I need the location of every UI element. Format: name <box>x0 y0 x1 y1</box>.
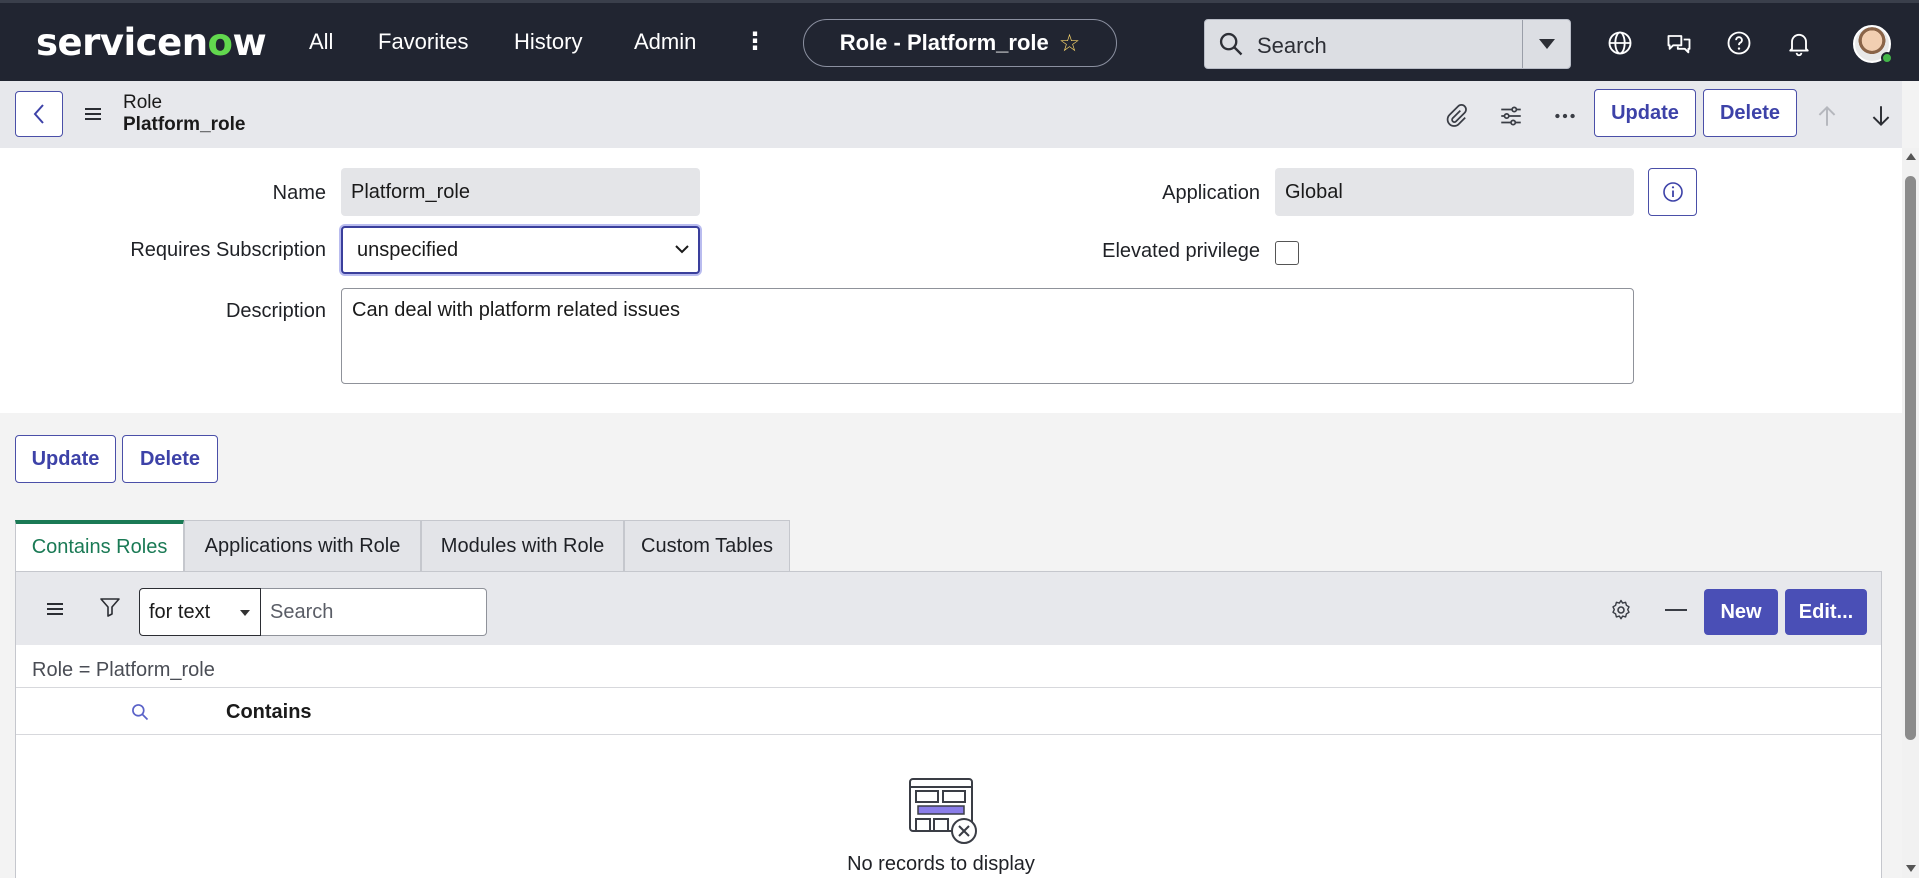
nav-admin-menu[interactable]: Admin <box>634 29 696 55</box>
gear-settings-icon[interactable] <box>1609 598 1633 622</box>
related-list-toolbar: for text Search New Edit... <box>16 572 1881 645</box>
previous-record-arrow-up-icon[interactable] <box>1814 103 1840 129</box>
name-label: Name <box>272 182 326 204</box>
context-title: Role - Platform_role <box>839 30 1049 55</box>
next-record-arrow-down-icon[interactable] <box>1868 103 1894 129</box>
filter-funnel-icon[interactable] <box>98 595 122 619</box>
search-field-select[interactable]: for text <box>139 588 261 636</box>
application-info-button[interactable] <box>1648 168 1697 216</box>
global-search[interactable]: Search <box>1204 19 1571 69</box>
page-scrollbar[interactable] <box>1902 148 1919 878</box>
scrollbar-thumb[interactable] <box>1905 176 1916 740</box>
help-icon[interactable] <box>1725 29 1753 57</box>
chevron-left-icon <box>33 104 44 124</box>
top-navigation-bar: servicenow All Favorites History Admin ⋮… <box>0 0 1919 81</box>
requires-subscription-value: unspecified <box>357 238 459 261</box>
form-context-menu-icon[interactable] <box>82 103 104 125</box>
list-header-row: Contains <box>16 687 1881 735</box>
record-table-name: Role <box>123 92 163 113</box>
tab-modules-with-role[interactable]: Modules with Role <box>421 520 624 571</box>
collapse-minus-icon[interactable] <box>1665 609 1687 611</box>
list-context-menu-icon[interactable] <box>44 598 66 620</box>
requires-subscription-label: Requires Subscription <box>130 239 326 261</box>
bell-notifications-icon[interactable] <box>1785 29 1813 57</box>
global-search-input[interactable]: Search <box>1257 33 1327 59</box>
elevated-privilege-checkbox[interactable] <box>1275 241 1299 265</box>
edit-button[interactable]: Edit... <box>1785 589 1867 635</box>
form-header: Role Platform_role Update Delete <box>0 81 1902 148</box>
user-avatar[interactable] <box>1853 25 1893 64</box>
search-field-value: for text <box>149 600 211 623</box>
record-breadcrumb: Role Platform_role <box>123 92 245 136</box>
related-list-panel: for text Search New Edit... Role = Platf… <box>15 571 1882 878</box>
chevron-down-icon <box>675 245 689 254</box>
attachment-paperclip-icon[interactable] <box>1443 103 1469 129</box>
header-delete-button[interactable]: Delete <box>1703 89 1797 137</box>
header-update-button[interactable]: Update <box>1594 89 1696 137</box>
more-options-ellipsis-icon[interactable] <box>1552 103 1578 129</box>
search-scope-dropdown[interactable] <box>1522 20 1570 68</box>
description-label: Description <box>225 300 326 322</box>
application-label: Application <box>1162 182 1260 204</box>
search-icon <box>1219 32 1243 56</box>
new-button[interactable]: New <box>1704 589 1778 635</box>
filter-breadcrumb[interactable]: Role = Platform_role <box>32 659 215 682</box>
info-icon <box>1662 182 1683 202</box>
elevated-privilege-label: Elevated privilege <box>1102 240 1260 262</box>
globe-icon[interactable] <box>1606 29 1634 57</box>
servicenow-logo[interactable]: servicenow <box>36 21 267 64</box>
update-button[interactable]: Update <box>15 435 116 483</box>
record-display-name: Platform_role <box>123 114 246 135</box>
column-search-icon[interactable] <box>130 702 150 722</box>
nav-all-menu[interactable]: All <box>309 29 333 55</box>
more-menu-icon[interactable]: ⋮ <box>743 27 767 56</box>
nav-favorites-menu[interactable]: Favorites <box>378 29 468 55</box>
tab-contains-roles[interactable]: Contains Roles <box>15 520 184 571</box>
empty-state-message: No records to display <box>847 853 1035 875</box>
list-search-input[interactable]: Search <box>261 588 487 636</box>
requires-subscription-select[interactable]: unspecified <box>341 226 700 274</box>
chat-icon[interactable] <box>1665 29 1693 57</box>
caret-down-icon <box>1538 39 1555 49</box>
caret-down-icon <box>240 610 250 616</box>
back-button[interactable] <box>15 91 63 137</box>
personalize-sliders-icon[interactable] <box>1498 103 1524 129</box>
name-field[interactable]: Platform_role <box>341 168 700 216</box>
no-records-illustration-icon <box>909 778 977 844</box>
column-header-contains[interactable]: Contains <box>226 701 312 724</box>
application-field[interactable]: Global <box>1275 168 1634 216</box>
star-favorite-icon[interactable]: ☆ <box>1059 29 1081 58</box>
scroll-down-arrow-icon[interactable] <box>1906 865 1916 872</box>
tab-custom-tables[interactable]: Custom Tables <box>624 520 790 571</box>
role-form: Name Platform_role Requires Subscription… <box>0 148 1902 413</box>
nav-history-menu[interactable]: History <box>514 29 582 55</box>
tab-applications-with-role[interactable]: Applications with Role <box>184 520 421 571</box>
online-status-indicator <box>1881 52 1893 64</box>
scroll-up-arrow-icon[interactable] <box>1906 153 1916 160</box>
delete-button[interactable]: Delete <box>122 435 218 483</box>
description-textarea[interactable]: Can deal with platform related issues <box>341 288 1634 384</box>
context-title-pill[interactable]: Role - Platform_role ☆ <box>803 19 1117 67</box>
